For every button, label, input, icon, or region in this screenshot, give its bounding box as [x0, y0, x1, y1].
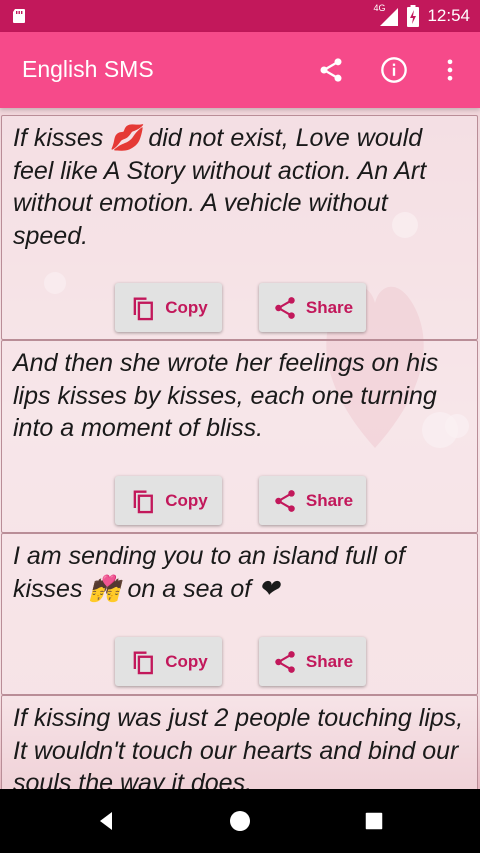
message-text: I am sending you to an island full of ki…	[13, 542, 405, 603]
overflow-menu-button[interactable]	[434, 54, 466, 86]
copy-icon	[133, 651, 154, 674]
message-text: And then she wrote her feelings on his l…	[13, 349, 439, 442]
message-text: If kisses 💋 did not exist, Love would fe…	[13, 124, 427, 250]
share-button[interactable]: Share	[259, 637, 366, 686]
copy-button[interactable]: Copy	[115, 476, 222, 525]
info-button[interactable]	[378, 54, 410, 86]
copy-button[interactable]: Copy	[115, 283, 222, 332]
share-button[interactable]: Share	[259, 476, 366, 525]
signal-icon: 4G	[373, 3, 399, 26]
copy-label: Copy	[165, 490, 208, 510]
share-button[interactable]: Share	[259, 283, 366, 332]
clock: 12:54	[427, 6, 470, 25]
copy-label: Copy	[165, 297, 208, 317]
back-icon	[100, 812, 112, 830]
info-icon	[381, 57, 407, 83]
share-icon	[275, 650, 295, 673]
sd-card-icon	[13, 9, 25, 23]
more-vert-icon	[447, 59, 453, 81]
share-icon	[275, 489, 295, 512]
message-text: If kissing was just 2 people touching li…	[13, 704, 464, 789]
recents-button[interactable]	[360, 807, 388, 835]
share-app-button[interactable]	[315, 54, 347, 86]
message-card: And then she wrote her feelings on his l…	[1, 340, 478, 533]
copy-icon	[133, 490, 154, 513]
share-icon	[320, 58, 342, 82]
recents-icon	[365, 812, 383, 830]
message-card: I am sending you to an island full of ki…	[1, 533, 478, 695]
message-list[interactable]: If kisses 💋 did not exist, Love would fe…	[0, 108, 480, 789]
back-button[interactable]	[92, 807, 120, 835]
message-card: If kisses 💋 did not exist, Love would fe…	[1, 115, 478, 340]
copy-label: Copy	[165, 651, 208, 671]
message-card: If kissing was just 2 people touching li…	[1, 695, 478, 789]
battery-charging-icon	[407, 5, 420, 27]
share-icon	[275, 296, 295, 319]
app-bar: English SMS	[0, 32, 480, 108]
share-label: Share	[305, 297, 354, 317]
home-icon	[230, 811, 250, 831]
copy-button[interactable]: Copy	[115, 637, 222, 686]
status-bar: 4G 12:54	[0, 0, 480, 32]
share-label: Share	[305, 490, 354, 510]
app-title: English SMS	[22, 56, 154, 82]
navigation-bar	[0, 789, 480, 853]
share-label: Share	[305, 651, 354, 671]
copy-icon	[133, 297, 154, 320]
home-button[interactable]	[226, 807, 254, 835]
